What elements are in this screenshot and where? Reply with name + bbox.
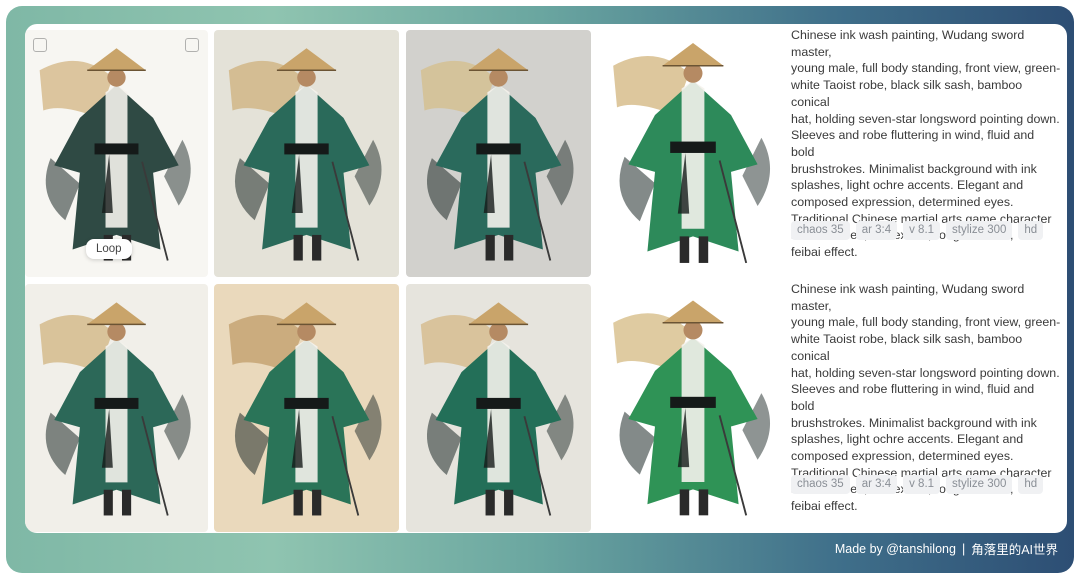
prompt-line: Chinese ink wash painting, Wudang sword … [791, 28, 1025, 59]
prompt-line: hat, holding seven-star longsword pointi… [791, 111, 1060, 126]
swordsman-illustration [214, 30, 399, 277]
prompt-line: brushstrokes. Minimalist background with… [791, 161, 1037, 176]
prompt-line: Sleeves and robe fluttering in wind, flu… [791, 128, 1035, 159]
footer-separator: | [961, 541, 966, 556]
param-chips-1: chaos 35 ar 3:4 v 8.1 stylize 300 hd [791, 221, 1044, 240]
swordsman-illustration [406, 284, 591, 532]
prompt-line: composed expression, determined eyes. [791, 195, 1014, 210]
prompt-line: feibai effect. [791, 499, 858, 514]
prompt-line: white Taoist robe, black silk sash, bamb… [791, 78, 1023, 109]
prompt-line: young male, full body standing, front vi… [791, 315, 1061, 330]
prompt-line: Chinese ink wash painting, Wudang sword … [791, 282, 1025, 313]
prompt-line: composed expression, determined eyes. [791, 449, 1014, 464]
swordsman-illustration [25, 284, 208, 532]
gallery-image-3[interactable] [406, 30, 591, 277]
gallery-image-2[interactable] [214, 30, 399, 277]
gallery-image-7[interactable] [406, 284, 591, 532]
swordsman-illustration [214, 284, 399, 532]
prompt-line: hat, holding seven-star longsword pointi… [791, 365, 1060, 380]
param-chip[interactable]: ar 3:4 [855, 221, 898, 240]
brand-name: 角落里的AI世界 [971, 543, 1058, 557]
gallery-image-5[interactable] [25, 284, 208, 532]
favorite-icon[interactable] [185, 38, 199, 52]
prompt-line: feibai effect. [791, 245, 858, 260]
prompt-line: Sleeves and robe fluttering in wind, flu… [791, 382, 1035, 413]
param-chip[interactable]: v 8.1 [903, 221, 941, 240]
param-chip[interactable]: v 8.1 [903, 475, 941, 494]
footer-credit: Made by @tanshilong | 角落里的AI世界 [835, 539, 1058, 558]
param-chip[interactable]: chaos 35 [791, 475, 850, 494]
swordsman-illustration [406, 30, 591, 277]
param-chips-2: chaos 35 ar 3:4 v 8.1 stylize 300 hd [791, 475, 1044, 494]
param-chip[interactable]: chaos 35 [791, 221, 850, 240]
prompt-line: splashes, light ochre accents. Elegant a… [791, 178, 1024, 193]
loop-button[interactable]: Loop [86, 239, 132, 259]
param-chip[interactable]: hd [1018, 475, 1044, 494]
param-chip[interactable]: hd [1018, 221, 1044, 240]
param-chip[interactable]: stylize 300 [946, 221, 1013, 240]
param-chip[interactable]: ar 3:4 [855, 475, 898, 494]
gallery-image-6[interactable] [214, 284, 399, 532]
prompt-line: young male, full body standing, front vi… [791, 61, 1061, 76]
select-icon[interactable] [33, 38, 47, 52]
swordsman-illustration [598, 24, 788, 280]
prompt-line: splashes, light ochre accents. Elegant a… [791, 432, 1024, 447]
loop-label: Loop [96, 243, 122, 255]
swordsman-illustration [598, 282, 788, 532]
prompt-line: white Taoist robe, black silk sash, bamb… [791, 332, 1023, 363]
param-chip[interactable]: stylize 300 [946, 475, 1013, 494]
gallery-image-4[interactable] [598, 24, 788, 280]
author-credit: Made by @tanshilong [834, 541, 956, 556]
prompt-line: brushstrokes. Minimalist background with… [791, 415, 1037, 430]
gallery-image-8[interactable] [598, 282, 788, 532]
